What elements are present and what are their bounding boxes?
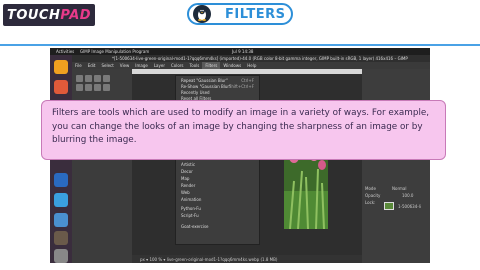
gimp-icon[interactable] [54,231,68,245]
menubar: File Edit Select View Image Layer Colors… [72,62,430,69]
move-tool-icon[interactable] [76,75,83,82]
menu-item-decor[interactable]: Decor [181,169,193,174]
menu-edit[interactable]: Edit [85,62,99,69]
status-bar: px ▾ 100 % ▾ live-green-original-mod1-1?… [132,255,362,263]
activities-button[interactable]: Activities [56,49,74,54]
menu-item-animation[interactable]: Animation [181,197,201,202]
menu-item-recently-used[interactable]: Recently Used [181,90,210,95]
mode-select[interactable]: Normal [392,186,406,191]
header-divider [0,44,480,46]
menu-item-web[interactable]: Web [181,190,190,195]
linux-tux-icon [193,5,211,23]
system-topbar: Activities GIMP Image Manipulation Progr… [50,48,430,55]
layer-thumbnail[interactable] [384,202,394,210]
menu-item-script-fu[interactable]: Script-Fu [181,213,199,218]
app-menu[interactable]: GIMP Image Manipulation Program [80,49,149,54]
menu-select[interactable]: Select [98,62,116,69]
inkscape-icon[interactable] [54,173,68,187]
menu-windows[interactable]: Windows [220,62,244,69]
opacity-label: Opacity [365,193,381,198]
explanation-callout: Filters are tools which are used to modi… [41,100,446,160]
logo-suffix: PAD [60,7,92,23]
menu-item-artistic[interactable]: Artistic [181,162,195,167]
select-tool-icon[interactable] [85,75,92,82]
menu-tools[interactable]: Tools [187,62,203,69]
zoom-tool-icon[interactable] [103,84,110,91]
mode-label: Mode [365,186,376,191]
footer-bar [0,264,480,270]
crop-tool-icon[interactable] [103,75,110,82]
menu-help[interactable]: Help [244,62,259,69]
section-title-pill: FILTERS [187,3,293,25]
layer-name[interactable]: 1-500634-li [398,204,421,209]
menu-file[interactable]: File [72,62,85,69]
tulip-image [284,151,328,229]
right-dock-panel: Spacing 10.0 Mode Normal Opacity 100.0 L… [362,69,430,263]
clock[interactable]: Jul 9 14:38 [232,49,253,54]
menu-item-render[interactable]: Render [181,183,195,188]
toolbox [72,69,132,263]
menu-layer[interactable]: Layer [151,62,168,69]
eraser-tool-icon[interactable] [85,84,92,91]
top-ruler [132,69,362,74]
menu-item-reshow-gaussian[interactable]: Re-Show "Gaussian Blur" [181,84,231,89]
menu-item-repeat-gaussian[interactable]: Repeat "Gaussian Blur" [181,78,228,83]
text-tool-icon[interactable] [94,84,101,91]
menu-filters[interactable]: Filters [202,62,221,69]
touchpad-logo: TOUCH PAD [3,4,95,26]
paint-tool-icon[interactable] [76,84,83,91]
vscode-icon[interactable] [54,193,68,207]
opacity-value[interactable]: 100.0 [402,193,413,198]
lasso-tool-icon[interactable] [94,75,101,82]
menu-colors[interactable]: Colors [168,62,187,69]
section-title: FILTERS [225,6,286,22]
document-icon[interactable] [54,213,68,227]
menu-item-goat-exercise[interactable]: Goat-exercise [181,224,209,229]
shortcut-reshow: Shift+Ctrl+F [228,84,254,89]
shortcut-repeat: Ctrl+F [241,78,254,83]
window-title: *[1-500634-live-green-original-mod1-1?qq… [72,55,430,62]
menu-item-map[interactable]: Map [181,176,189,181]
logo-prefix: TOUCH [6,7,61,23]
firefox-icon[interactable] [54,60,68,74]
lock-label: Lock: [365,200,376,205]
header-bar: TOUCH PAD FILTERS [0,0,480,30]
callout-text: Filters are tools which are used to modi… [52,108,430,145]
menu-view[interactable]: View [117,62,133,69]
app-grid-icon[interactable] [54,249,68,263]
menu-image[interactable]: Image [132,62,151,69]
software-icon[interactable] [54,80,68,94]
menu-item-python-fu[interactable]: Python-Fu [181,206,201,211]
